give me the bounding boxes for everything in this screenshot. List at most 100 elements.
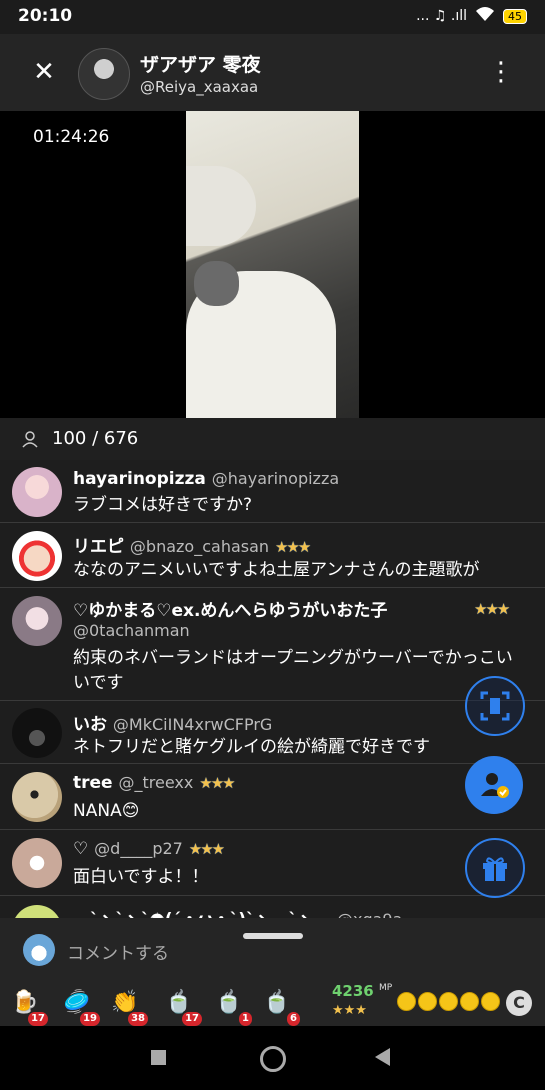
commenter-avatar[interactable]	[12, 905, 62, 918]
commenter-handle: @0tachanman	[73, 621, 190, 640]
commenter-avatar[interactable]	[12, 531, 62, 581]
recent-apps-icon[interactable]	[151, 1050, 166, 1065]
comment-item: 、`ヽ`ヽ`☂(´・ω・`)`ヽ、`ヽ、 @xga9a	[0, 896, 545, 918]
comment-text: 約束のネバーランドはオープニングがウーバーでかっこい	[73, 648, 513, 668]
commenter-name[interactable]: ♡ @d____p27 ★★★	[73, 839, 225, 859]
commenter-name[interactable]: hayarinopizza @hayarinopizza	[73, 469, 339, 489]
comment-text-line2: いです	[73, 673, 124, 693]
tea-icon: 🍵	[215, 990, 243, 1015]
battery-icon: 45	[503, 8, 527, 24]
comment-input[interactable]: コメントする	[67, 939, 169, 964]
comment-text: ラブコメは好きですか?	[73, 495, 253, 515]
viewer-bar: 100 / 676	[0, 418, 545, 461]
coin-gauge	[397, 992, 500, 1011]
stream-header: ✕ ザアザア 零夜 @Reiya_xaaxaa ⋮	[0, 34, 545, 111]
commenter-name[interactable]: ♡ゆかまる♡ex.めんへらゆうがいおた子	[73, 596, 387, 621]
status-time: 20:10	[18, 6, 73, 26]
gift-count: 38	[128, 1012, 148, 1026]
person-check-icon	[481, 773, 509, 798]
coin-icon	[418, 992, 437, 1011]
comment-item: tree @_treexx ★★★ NANA😊	[0, 764, 545, 830]
gift-item-tea-10[interactable]: 🍵 6	[260, 986, 300, 1026]
close-icon[interactable]: ✕	[30, 58, 58, 86]
rank-stars-icon: ★★★	[274, 538, 311, 556]
gift-count: 6	[287, 1012, 300, 1026]
gift-item-tea-100[interactable]: 🍵 17	[162, 986, 202, 1026]
commenter-display-name: 、`ヽ`ヽ`☂(´・ω・`)`ヽ、`ヽ、	[73, 910, 331, 918]
coin-icon	[481, 992, 500, 1011]
commenter-handle: @bnazo_cahasan	[129, 537, 270, 556]
gift-item-tea[interactable]: 🍵 1	[212, 986, 252, 1026]
commenter-display-name: いお	[73, 715, 107, 735]
gift-bar: 🍺 17 🥏 19 👏 38 🍵 17 🍵 1 🍵 6 4236 MP ★★★ C	[0, 980, 545, 1026]
commenter-handle: @MkCiIN4xrwCFPrG	[112, 715, 273, 734]
commenter-avatar[interactable]	[12, 838, 62, 888]
comment-text: 面白いですよ！！	[73, 867, 209, 887]
elapsed-timer: 01:24:26	[33, 127, 110, 147]
gift-icon	[483, 857, 507, 881]
back-icon[interactable]	[375, 1048, 390, 1066]
commenter-avatar[interactable]	[12, 596, 62, 646]
rank-stars-icon: ★★★	[474, 600, 510, 618]
commenter-display-name: ♡	[73, 839, 89, 859]
comment-text: ネトフリだと賭ケグルイの絵が綺麗で好きです	[73, 737, 430, 757]
drag-handle[interactable]	[243, 933, 303, 939]
coin-icon	[439, 992, 458, 1011]
broadcaster-avatar[interactable]	[78, 48, 130, 100]
gift-item-beer[interactable]: 🍺 17	[8, 986, 48, 1026]
commenter-handle: @_treexx	[118, 773, 194, 792]
viewer-count: 100 / 676	[52, 428, 139, 449]
screen-frame-icon	[480, 691, 510, 721]
gift-count: 19	[80, 1012, 100, 1026]
commenter-avatar[interactable]	[12, 772, 62, 822]
gift-item-clap[interactable]: 👏 38	[108, 986, 148, 1026]
tea-icon: 🍵	[263, 990, 291, 1015]
viewer-person-icon	[21, 430, 39, 453]
commenter-handle-line: @0tachanman	[73, 621, 190, 641]
coin-shop-button[interactable]: C	[506, 990, 532, 1016]
video-player[interactable]: 01:24:26	[0, 111, 545, 418]
status-bar: 20:10 ... ♫ .ıll 45	[0, 0, 545, 34]
comment-text: ななのアニメいいですよね土屋アンナさんの主題歌が	[73, 560, 480, 580]
my-avatar	[23, 934, 55, 966]
commenter-name[interactable]: いお @MkCiIN4xrwCFPrG	[73, 710, 272, 735]
commenter-name[interactable]: リエピ @bnazo_cahasan ★★★	[73, 532, 311, 557]
mp-stars-icon: ★★★	[332, 1003, 367, 1018]
comment-item: ♡ @d____p27 ★★★ 面白いですよ！！	[0, 830, 545, 896]
rotate-screen-button[interactable]	[465, 676, 525, 736]
comment-item: ♡ゆかまる♡ex.めんへらゆうがいおた子 ★★★ @0tachanman 約束の…	[0, 588, 545, 701]
comment-item: いお @MkCiIN4xrwCFPrG ネトフリだと賭ケグルイの絵が綺麗で好きで…	[0, 701, 545, 764]
mp-points: 4236 MP	[332, 982, 392, 1000]
commenter-handle: @d____p27	[94, 839, 183, 858]
gift-item-disc[interactable]: 🥏 19	[60, 986, 100, 1026]
comment-item: hayarinopizza @hayarinopizza ラブコメは好きですか?	[0, 460, 545, 523]
broadcaster-name[interactable]: ザアザア 零夜	[140, 50, 261, 77]
gift-count: 17	[28, 1012, 48, 1026]
status-icons: ... ♫ .ıll 45	[416, 6, 527, 26]
comment-input-bar: コメントする	[0, 918, 545, 980]
commenter-display-name: リエピ	[73, 537, 124, 557]
mp-value: 4236	[332, 982, 374, 1000]
more-options-icon[interactable]: ⋮	[488, 58, 514, 86]
system-nav-bar	[0, 1026, 545, 1090]
gift-count: 17	[182, 1012, 202, 1026]
rank-stars-icon: ★★★	[199, 774, 235, 792]
home-icon[interactable]	[260, 1046, 286, 1072]
comment-item: リエピ @bnazo_cahasan ★★★ ななのアニメいいですよね土屋アンナ…	[0, 523, 545, 588]
comment-list[interactable]: hayarinopizza @hayarinopizza ラブコメは好きですか?…	[0, 460, 545, 918]
coin-icon	[397, 992, 416, 1011]
coin-icon	[460, 992, 479, 1011]
gift-button[interactable]	[465, 838, 525, 898]
video-frame	[186, 111, 359, 418]
video-subject-hair	[186, 166, 256, 246]
commenter-name[interactable]: tree @_treexx ★★★	[73, 773, 236, 793]
commenter-handle: @hayarinopizza	[211, 469, 340, 488]
commenter-display-name: tree	[73, 773, 113, 793]
commenter-display-name: hayarinopizza	[73, 469, 206, 489]
follow-button[interactable]	[465, 756, 523, 814]
status-indicators: ... ♫ .ıll	[416, 8, 467, 24]
rank-stars-icon: ★★★	[188, 840, 225, 858]
commenter-avatar[interactable]	[12, 708, 62, 758]
commenter-avatar[interactable]	[12, 467, 62, 517]
commenter-name[interactable]: 、`ヽ`ヽ`☂(´・ω・`)`ヽ、`ヽ、 @xga9a	[73, 905, 402, 918]
